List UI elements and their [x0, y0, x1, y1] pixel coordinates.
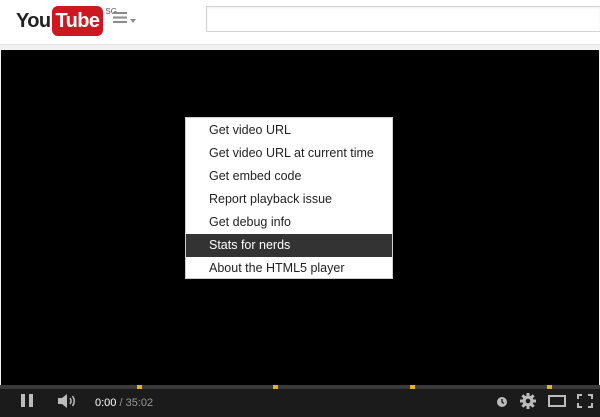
menu-item-about-html5-player[interactable]: About the HTML5 player — [186, 257, 392, 280]
volume-icon — [58, 393, 78, 413]
time-display: 0:00 / 35:02 — [95, 389, 153, 417]
search-input[interactable] — [206, 6, 600, 32]
masthead: You Tube SG — [0, 0, 600, 45]
theater-mode-icon — [548, 394, 566, 412]
theater-mode-button[interactable] — [545, 389, 569, 417]
menu-item-stats-for-nerds[interactable]: Stats for nerds — [186, 234, 392, 257]
youtube-logo[interactable]: You Tube SG — [16, 6, 117, 36]
settings-gear-icon — [520, 392, 536, 414]
fullscreen-button[interactable] — [573, 389, 597, 417]
player-controls: 0:00 / 35:02 — [0, 389, 600, 417]
chevron-down-icon — [130, 10, 136, 28]
menu-item-get-embed-code[interactable]: Get embed code — [186, 165, 392, 188]
guide-menu-button[interactable] — [113, 11, 139, 27]
mute-button[interactable] — [55, 389, 81, 417]
pause-icon — [21, 394, 33, 412]
play-pause-button[interactable] — [14, 389, 40, 417]
fullscreen-icon — [577, 393, 593, 413]
hamburger-menu-icon — [113, 10, 127, 28]
menu-item-get-video-url[interactable]: Get video URL — [186, 119, 392, 142]
settings-button[interactable] — [516, 389, 540, 417]
menu-item-get-video-url-at-time[interactable]: Get video URL at current time — [186, 142, 392, 165]
time-separator: / — [116, 397, 126, 409]
current-time: 0:00 — [95, 397, 117, 409]
logo-you-text: You — [16, 10, 51, 32]
duration: 35:02 — [125, 397, 154, 409]
menu-item-report-playback-issue[interactable]: Report playback issue — [186, 188, 392, 211]
watch-later-icon — [497, 394, 507, 412]
watch-later-button[interactable] — [494, 389, 510, 417]
menu-item-get-debug-info[interactable]: Get debug info — [186, 211, 392, 234]
player-context-menu: Get video URL Get video URL at current t… — [185, 117, 393, 279]
logo-tube-text: Tube — [51, 6, 104, 36]
